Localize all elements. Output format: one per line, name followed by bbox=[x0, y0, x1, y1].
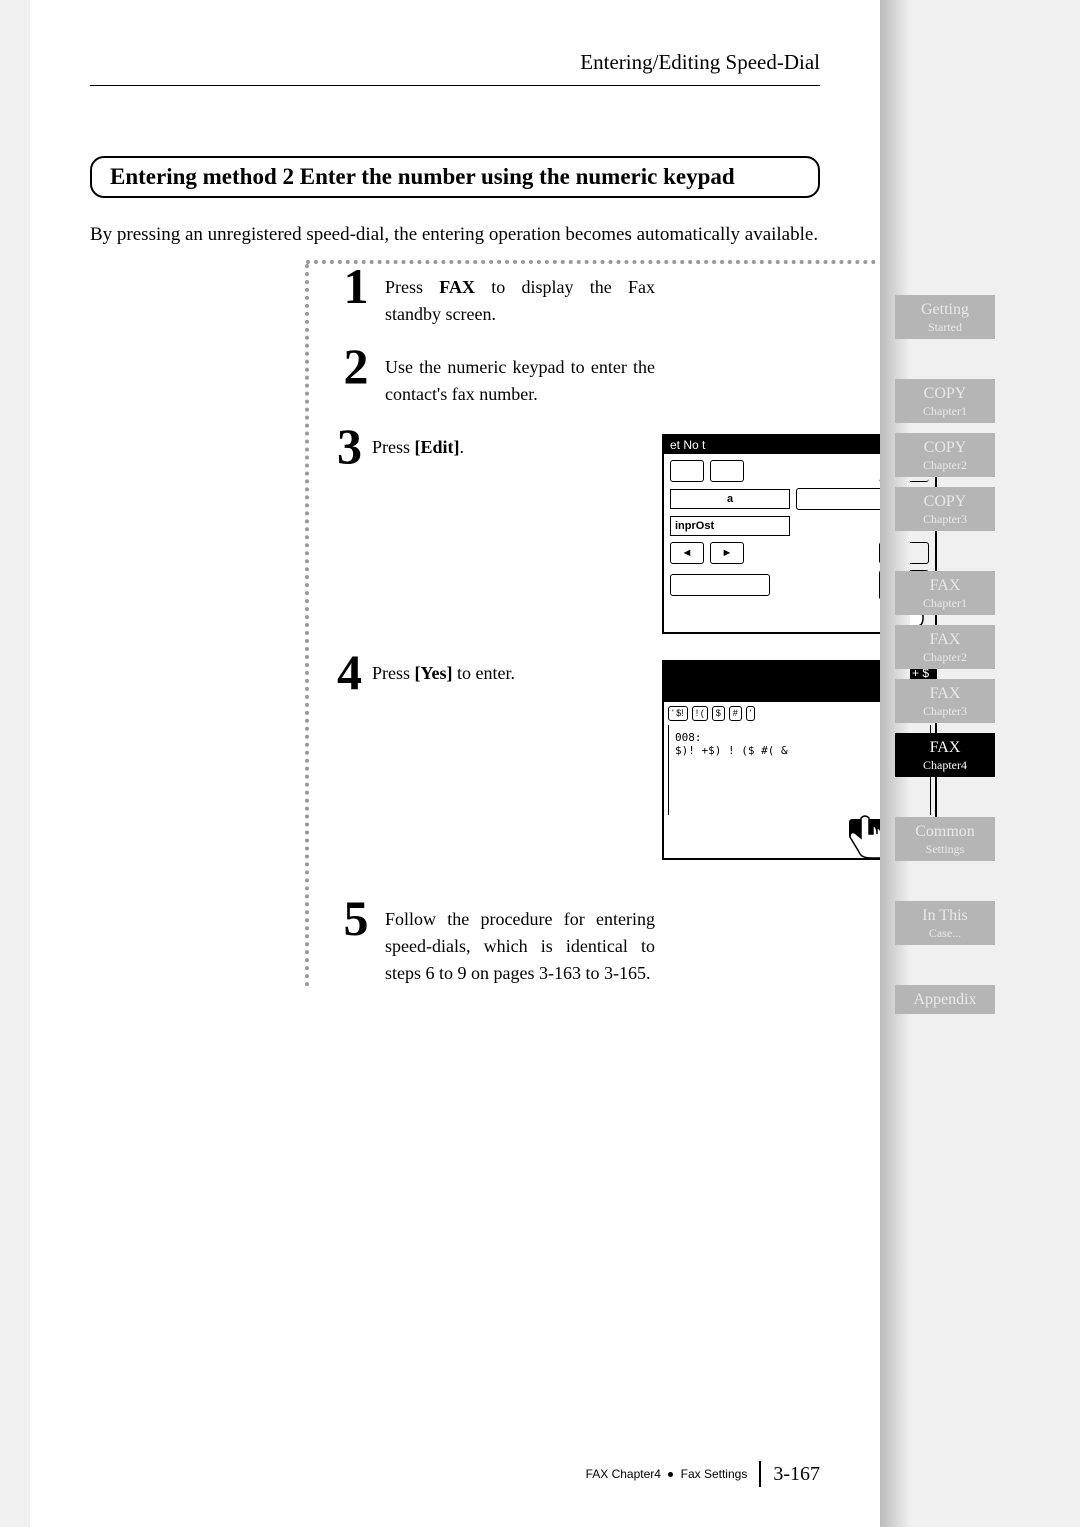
footer-crumb: FAX Chapter4 Fax Settings bbox=[586, 1467, 748, 1481]
method-heading: Entering method 2 Enter the number using… bbox=[90, 156, 820, 198]
step-body: Use the numeric keypad to enter the cont… bbox=[385, 344, 820, 408]
page-number: 3-167 bbox=[773, 1463, 820, 1486]
step-1: 1 Press FAX to display the Fax standby s… bbox=[337, 264, 820, 328]
text-bold: FAX bbox=[439, 277, 475, 297]
page: Entering/Editing Speed-Dial Entering met… bbox=[30, 0, 880, 1527]
step-text: Follow the procedure for entering speed-… bbox=[385, 906, 655, 987]
step-text: Press FAX to display the Fax standby scr… bbox=[385, 274, 655, 328]
screen-button[interactable] bbox=[670, 574, 770, 596]
tab-fax-2[interactable]: FAXChapter2 bbox=[895, 625, 995, 669]
screen-button[interactable] bbox=[670, 460, 704, 482]
tab-copy-1[interactable]: COPYChapter1 bbox=[895, 379, 995, 423]
text: Press bbox=[385, 277, 439, 297]
tab-appendix[interactable]: Appendix bbox=[895, 985, 995, 1014]
step-4: 4 Press [Yes] to enter. ' + $ ' $!! ($#' bbox=[337, 650, 820, 880]
step-text: Press [Yes] to enter. bbox=[372, 660, 642, 687]
text-bold: [Edit] bbox=[415, 437, 460, 457]
screen-label: a bbox=[670, 489, 790, 509]
text: . bbox=[460, 437, 465, 457]
step-number: 1 bbox=[337, 264, 375, 309]
step-body: Press FAX to display the Fax standby scr… bbox=[385, 264, 820, 328]
page-header-title: Entering/Editing Speed-Dial bbox=[90, 50, 820, 75]
steps-container: 1 Press FAX to display the Fax standby s… bbox=[305, 264, 820, 987]
screen-field[interactable]: inprOst bbox=[670, 516, 790, 536]
step-text: Press [Edit]. bbox=[372, 434, 642, 461]
step-3: 3 Press [Edit]. et No t ⌃ bbox=[337, 424, 820, 634]
tab-copy-3[interactable]: COPYChapter3 bbox=[895, 487, 995, 531]
footer-crumb-b: Fax Settings bbox=[681, 1467, 748, 1481]
step-body: Press [Yes] to enter. ' + $ ' $!! ($#' ⌃ bbox=[372, 650, 937, 860]
tab-common-settings[interactable]: CommonSettings bbox=[895, 817, 995, 861]
tab-fax-4[interactable]: FAXChapter4 bbox=[895, 733, 995, 777]
step-number: 3 bbox=[337, 424, 362, 469]
step-number: 2 bbox=[337, 344, 375, 389]
tab-getting-started[interactable]: GettingStarted bbox=[895, 295, 995, 339]
step-text: Use the numeric keypad to enter the cont… bbox=[385, 354, 655, 408]
header-rule bbox=[90, 85, 820, 86]
step-body: Follow the procedure for entering speed-… bbox=[385, 896, 820, 987]
dotted-line-top bbox=[306, 260, 876, 264]
step-2: 2 Use the numeric keypad to enter the co… bbox=[337, 344, 820, 408]
tab-copy-2[interactable]: COPYChapter2 bbox=[895, 433, 995, 477]
side-tabs: GettingStarted COPYChapter1 COPYChapter2… bbox=[895, 295, 995, 1014]
step-5: 5 Follow the procedure for entering spee… bbox=[337, 896, 820, 987]
dot-separator-icon bbox=[668, 1472, 673, 1477]
left-arrow-button[interactable]: ◄ bbox=[670, 542, 704, 564]
footer-crumb-a: FAX Chapter4 bbox=[586, 1467, 661, 1481]
text: to enter. bbox=[453, 663, 515, 683]
text: Press bbox=[372, 663, 415, 683]
footer: FAX Chapter4 Fax Settings 3-167 bbox=[586, 1461, 820, 1487]
step-number: 5 bbox=[337, 896, 375, 941]
right-arrow-button[interactable]: ► bbox=[710, 542, 744, 564]
text-bold: [Yes] bbox=[415, 663, 453, 683]
step-number: 4 bbox=[337, 650, 362, 695]
tab-fax-1[interactable]: FAXChapter1 bbox=[895, 571, 995, 615]
tab-in-this-case[interactable]: In ThisCase... bbox=[895, 901, 995, 945]
screen-button[interactable] bbox=[710, 460, 744, 482]
step-body: Press [Edit]. et No t ⌃ a bbox=[372, 424, 937, 634]
text: Press bbox=[372, 437, 415, 457]
tab-fax-3[interactable]: FAXChapter3 bbox=[895, 679, 995, 723]
footer-divider bbox=[759, 1461, 761, 1487]
intro-text: By pressing an unregistered speed-dial, … bbox=[90, 224, 820, 246]
